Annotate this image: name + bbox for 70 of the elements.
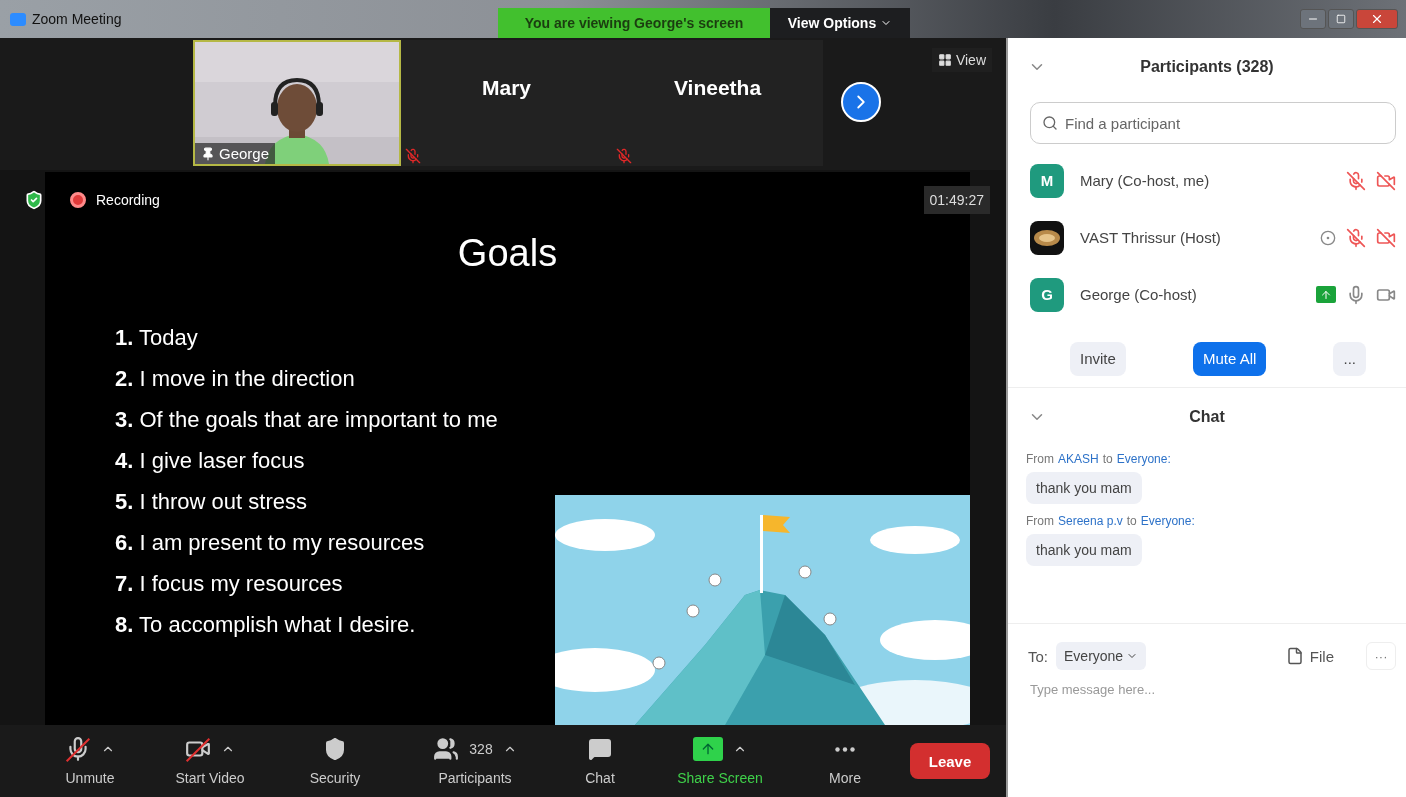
- slide-list-item: 1. Today: [115, 324, 198, 352]
- from-label: From: [1026, 514, 1054, 528]
- view-options-button[interactable]: View Options: [770, 8, 910, 38]
- participant-count: 328: [469, 741, 493, 757]
- close-icon: [1370, 12, 1384, 26]
- tile-name: George: [219, 145, 270, 162]
- participant-name: Mary (Co-host, me): [1080, 172, 1211, 189]
- panel-title: Participants (328): [1140, 58, 1274, 76]
- toolbar-button[interactable]: 328 Participants: [400, 736, 550, 786]
- file-icon: [1285, 647, 1304, 665]
- toolbar-button[interactable]: More: [790, 736, 900, 786]
- participant-name: George (Co-host): [1080, 286, 1198, 303]
- app-icon: [10, 12, 26, 26]
- recipient-select[interactable]: Everyone: [1056, 642, 1147, 670]
- tile-name: Mary: [482, 76, 531, 100]
- sender-name[interactable]: AKASH: [1058, 452, 1099, 466]
- avatar: M: [1030, 163, 1064, 198]
- slide-title: Goals: [457, 232, 558, 274]
- to-label: to: [1102, 452, 1113, 466]
- search-field[interactable]: Find a participant: [1030, 102, 1396, 144]
- maximize-button[interactable]: [1328, 9, 1354, 29]
- participant-tile[interactable]: Vineetha: [612, 40, 823, 166]
- sender-name[interactable]: Sereena p.v: [1058, 514, 1123, 528]
- chat-message: thank you mam: [1026, 472, 1142, 504]
- view-button[interactable]: View: [931, 48, 992, 72]
- slide-list-item: 5. I throw out stress: [115, 488, 307, 516]
- toolbar-button[interactable]: Chat: [550, 736, 650, 786]
- tile-name: Vineetha: [673, 76, 762, 100]
- file-button[interactable]: File: [1279, 646, 1340, 666]
- minimize-button[interactable]: [1300, 9, 1326, 29]
- participant-row[interactable]: G George (Co-host): [1030, 266, 1396, 323]
- close-button[interactable]: [1356, 9, 1398, 29]
- recipient-name[interactable]: Everyone:: [1116, 452, 1171, 466]
- meeting-timer: 01:49:27: [923, 186, 990, 214]
- maximize-icon: [1336, 14, 1346, 24]
- to-label: to: [1126, 514, 1137, 528]
- toolbar-button[interactable]: Start Video: [150, 736, 270, 786]
- grid-icon: [937, 53, 952, 67]
- panel-title: Chat: [1189, 408, 1225, 426]
- window-title: Zoom Meeting: [32, 11, 122, 27]
- slide-list-item: 2. I move in the direction: [115, 365, 355, 393]
- slide-list-item: 4. I give laser focus: [115, 447, 305, 475]
- participant-row[interactable]: M Mary (Co-host, me): [1030, 152, 1396, 209]
- slide-list-item: 3. Of the goals that are important to me: [115, 406, 498, 434]
- more-button[interactable]: ···: [1366, 642, 1396, 670]
- from-label: From: [1026, 452, 1054, 466]
- avatar: G: [1030, 277, 1064, 312]
- pin-icon: [201, 146, 215, 161]
- shield-check-icon: [24, 190, 44, 210]
- participant-name: VAST Thrissur (Host): [1080, 229, 1222, 246]
- participant-tile[interactable]: Mary: [401, 40, 612, 166]
- slide-list-item: 8. To accomplish what I desire.: [115, 611, 416, 639]
- video-tile[interactable]: George: [193, 40, 401, 166]
- more-button[interactable]: ...: [1333, 341, 1366, 376]
- leave-button[interactable]: Leave: [910, 743, 990, 779]
- to-label: To:: [1028, 647, 1048, 665]
- toolbar-button[interactable]: Share Screen: [650, 736, 790, 786]
- recipient-name[interactable]: Everyone:: [1140, 514, 1195, 528]
- recording-label: Recording: [96, 192, 160, 208]
- toolbar-button[interactable]: Unmute: [30, 736, 150, 786]
- search-icon: [1042, 115, 1058, 131]
- slide-list-item: 6. I am present to my resources: [115, 529, 425, 557]
- chat-message: thank you mam: [1026, 534, 1142, 566]
- slide-list-item: 7. I focus my resources: [115, 570, 343, 598]
- mute-all-button[interactable]: Mute All: [1193, 341, 1267, 376]
- participant-row[interactable]: VAST Thrissur (Host): [1030, 209, 1396, 266]
- invite-button[interactable]: Invite: [1070, 341, 1126, 376]
- viewing-banner: You are viewing George's screen: [498, 8, 770, 38]
- toolbar-button[interactable]: Security: [270, 736, 400, 786]
- next-page-button[interactable]: [841, 82, 881, 122]
